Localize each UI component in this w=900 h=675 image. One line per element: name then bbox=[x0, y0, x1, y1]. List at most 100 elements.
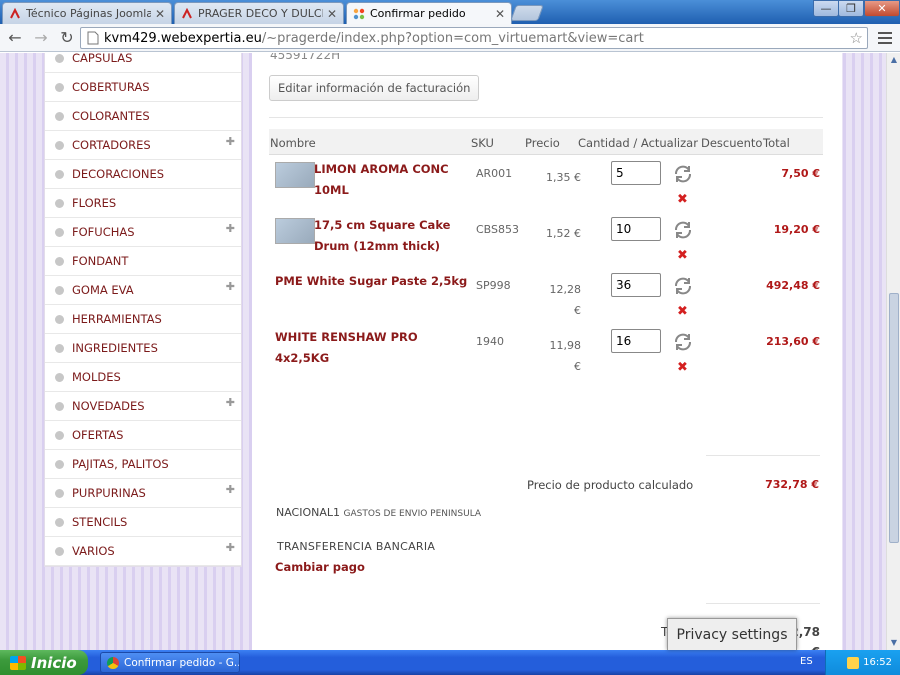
product-name[interactable]: PME White Sugar Paste 2,5kg bbox=[275, 271, 467, 292]
row-total: 492,48 € bbox=[766, 279, 820, 292]
expand-icon[interactable]: ✚ bbox=[226, 135, 235, 148]
quantity-input[interactable] bbox=[611, 217, 661, 241]
category-item[interactable]: CAPSULAS bbox=[45, 53, 241, 73]
category-label: INGREDIENTES bbox=[72, 341, 158, 355]
category-item[interactable]: DECORACIONES bbox=[45, 160, 241, 189]
category-label: GOMA EVA bbox=[72, 283, 134, 297]
browser-menu-icon[interactable] bbox=[877, 29, 893, 45]
category-item[interactable]: GOMA EVA ✚ bbox=[45, 276, 241, 305]
category-label: COLORANTES bbox=[72, 109, 150, 123]
category-item[interactable]: COBERTURAS bbox=[45, 73, 241, 102]
update-refresh-icon[interactable] bbox=[672, 331, 694, 353]
language-indicator[interactable]: ES bbox=[800, 656, 813, 667]
privacy-settings-button[interactable]: Privacy settings bbox=[667, 618, 797, 650]
col-name: Nombre bbox=[270, 136, 316, 150]
tab-2[interactable]: PRAGER DECO Y DULCES - A ✕ bbox=[174, 2, 344, 24]
category-item[interactable]: CORTADORES ✚ bbox=[45, 131, 241, 160]
divider bbox=[706, 455, 820, 456]
category-item[interactable]: INGREDIENTES bbox=[45, 334, 241, 363]
quantity-input[interactable] bbox=[611, 273, 661, 297]
maximize-button[interactable]: ❐ bbox=[838, 0, 864, 17]
expand-icon[interactable]: ✚ bbox=[226, 222, 235, 235]
close-tab-icon[interactable]: ✕ bbox=[155, 7, 165, 21]
scrollbar-thumb[interactable] bbox=[889, 293, 899, 543]
product-thumbnail[interactable] bbox=[275, 162, 315, 188]
page-scrollbar[interactable]: ▲ ▼ bbox=[886, 53, 900, 650]
category-label: CORTADORES bbox=[72, 138, 151, 152]
cart-row: LIMON AROMA CONC 10ML AR001 1,35 € ✖ 7,50 € bbox=[269, 159, 823, 215]
product-name[interactable]: 17,5 cm Square Cake Drum (12mm thick) bbox=[314, 215, 450, 257]
category-item[interactable]: FOFUCHAS ✚ bbox=[45, 218, 241, 247]
bullet-icon bbox=[55, 546, 64, 556]
product-sku: 1940 bbox=[476, 335, 504, 348]
forward-icon[interactable]: → bbox=[30, 27, 52, 49]
product-name-line2: 10ML bbox=[314, 183, 349, 197]
windows-logo-icon bbox=[10, 655, 26, 670]
category-item[interactable]: STENCILS bbox=[45, 508, 241, 537]
new-tab-button[interactable] bbox=[510, 5, 544, 21]
quantity-input[interactable] bbox=[611, 161, 661, 185]
favicon-icon bbox=[182, 7, 192, 18]
tab-title: PRAGER DECO Y DULCES - A bbox=[198, 7, 323, 20]
category-label: STENCILS bbox=[72, 515, 128, 529]
quantity-input[interactable] bbox=[611, 329, 661, 353]
address-bar[interactable]: kvm429.webexpertia.eu/~pragerde/index.ph… bbox=[80, 27, 868, 49]
bullet-icon bbox=[55, 401, 64, 411]
system-tray: 16:52 bbox=[825, 650, 900, 675]
chrome-icon bbox=[107, 656, 119, 669]
col-quantity: Cantidad / Actualizar bbox=[578, 136, 698, 150]
cart-row: 17,5 cm Square Cake Drum (12mm thick) CBS8… bbox=[269, 215, 823, 271]
subtotal-value: 732,78 € bbox=[765, 478, 819, 491]
scroll-down-icon[interactable]: ▼ bbox=[889, 638, 899, 648]
network-icon[interactable] bbox=[847, 656, 860, 669]
update-refresh-icon[interactable] bbox=[672, 163, 694, 185]
expand-icon[interactable]: ✚ bbox=[226, 541, 235, 554]
delete-icon[interactable]: ✖ bbox=[677, 248, 688, 263]
category-item[interactable]: NOVEDADES ✚ bbox=[45, 392, 241, 421]
product-sku: AR001 bbox=[476, 167, 513, 180]
price-line2: € bbox=[574, 304, 581, 317]
category-item[interactable]: MOLDES bbox=[45, 363, 241, 392]
bookmark-star-icon[interactable]: ☆ bbox=[850, 29, 863, 47]
delete-icon[interactable]: ✖ bbox=[677, 192, 688, 207]
product-price: 1,52 € bbox=[531, 223, 581, 244]
shipping-name: NACIONAL1 bbox=[276, 506, 341, 519]
close-tab-icon[interactable]: ✕ bbox=[327, 7, 337, 21]
category-item[interactable]: FLORES bbox=[45, 189, 241, 218]
category-item[interactable]: VARIOS ✚ bbox=[45, 537, 241, 566]
category-item[interactable]: FONDANT bbox=[45, 247, 241, 276]
category-item[interactable]: PURPURINAS ✚ bbox=[45, 479, 241, 508]
product-name[interactable]: LIMON AROMA CONC 10ML bbox=[314, 159, 449, 201]
start-button[interactable]: Inicio bbox=[0, 650, 88, 675]
expand-icon[interactable]: ✚ bbox=[226, 396, 235, 409]
clock: 16:52 bbox=[863, 657, 892, 668]
edit-billing-button[interactable]: Editar información de facturación bbox=[269, 75, 480, 101]
category-item[interactable]: OFERTAS bbox=[45, 421, 241, 450]
category-item[interactable]: PAJITAS, PALITOS bbox=[45, 450, 241, 479]
row-total: 19,20 € bbox=[773, 223, 820, 236]
product-name[interactable]: WHITE RENSHAW PRO 4x2,5KG bbox=[275, 327, 418, 369]
delete-icon[interactable]: ✖ bbox=[677, 360, 688, 375]
product-thumbnail[interactable] bbox=[275, 218, 315, 244]
product-name-line2: 4x2,5KG bbox=[275, 351, 330, 365]
close-tab-icon[interactable]: ✕ bbox=[495, 7, 505, 21]
minimize-button[interactable]: — bbox=[813, 0, 839, 17]
change-payment-link[interactable]: Cambiar pago bbox=[275, 560, 365, 574]
expand-icon[interactable]: ✚ bbox=[226, 483, 235, 496]
bullet-icon bbox=[55, 111, 64, 121]
expand-icon[interactable]: ✚ bbox=[226, 280, 235, 293]
update-refresh-icon[interactable] bbox=[672, 275, 694, 297]
scroll-up-icon[interactable]: ▲ bbox=[889, 55, 899, 65]
update-refresh-icon[interactable] bbox=[672, 219, 694, 241]
tab-title: Confirmar pedido bbox=[370, 7, 466, 20]
category-item[interactable]: COLORANTES bbox=[45, 102, 241, 131]
tab-1[interactable]: Técnico Páginas Joomla :: Te ✕ bbox=[2, 2, 172, 24]
delete-icon[interactable]: ✖ bbox=[677, 304, 688, 319]
back-icon[interactable]: ← bbox=[4, 27, 26, 49]
category-item[interactable]: HERRAMIENTAS bbox=[45, 305, 241, 334]
tab-3[interactable]: Confirmar pedido ✕ bbox=[346, 2, 512, 24]
close-window-button[interactable]: ✕ bbox=[864, 0, 900, 17]
product-sku: SP998 bbox=[476, 279, 511, 292]
reload-icon[interactable]: ↻ bbox=[56, 27, 78, 49]
taskbar-chrome-window[interactable]: Confirmar pedido - G... bbox=[100, 652, 240, 673]
